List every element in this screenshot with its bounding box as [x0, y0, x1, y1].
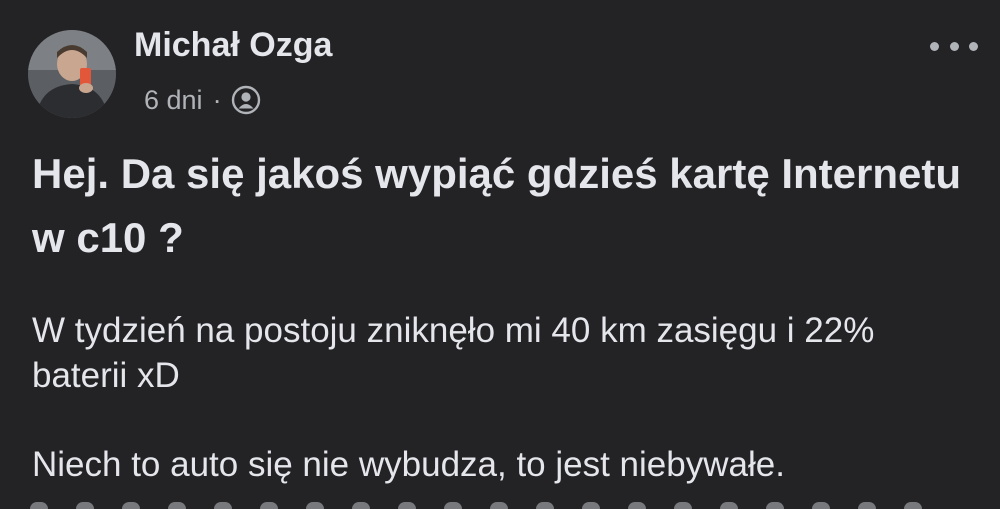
post-meta: 6 dni ·	[144, 84, 262, 116]
profile-photo	[28, 30, 116, 118]
post-time[interactable]: 6 dni	[144, 85, 203, 116]
friends-icon[interactable]	[230, 84, 262, 116]
author-name[interactable]: Michał Ozga	[134, 26, 332, 65]
post-title: Hej. Da się jakoś wypiąć gdzieś kartę In…	[32, 150, 962, 261]
cut-off-reaction-icons	[30, 502, 970, 509]
avatar[interactable]	[28, 30, 116, 118]
post-body-paragraph: Niech to auto się nie wybudza, to jest n…	[32, 445, 785, 484]
post-body-paragraph: W tydzień na postoju zniknęło mi 40 km z…	[32, 311, 875, 395]
meta-separator: ·	[212, 84, 222, 115]
more-horizontal-icon	[930, 41, 939, 51]
post-card: Michał Ozga 6 dni · Hej. Da się jakoś wy…	[0, 0, 1000, 509]
more-options-button[interactable]	[930, 30, 978, 62]
